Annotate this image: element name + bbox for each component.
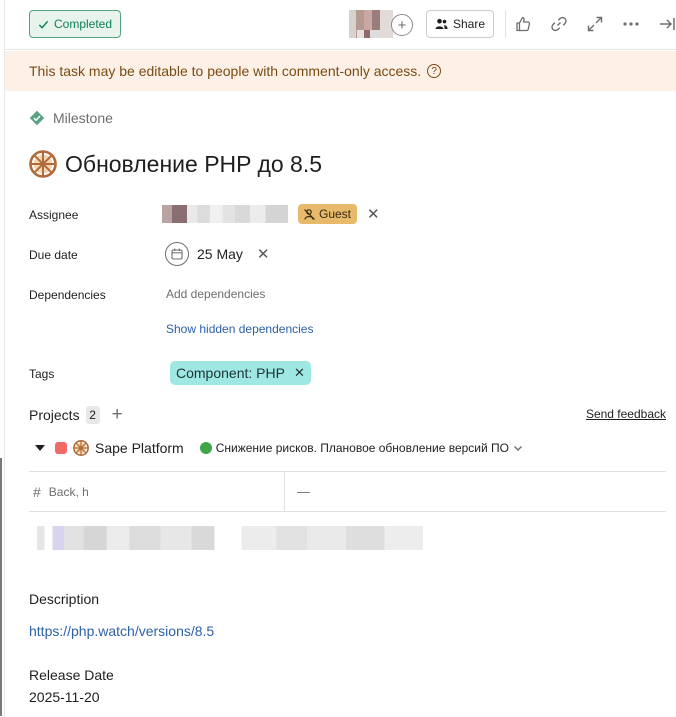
help-icon[interactable]: ? (427, 64, 442, 78)
milestone-icon (29, 110, 45, 126)
release-date-label: Release Date (29, 667, 114, 683)
custom-field-name: Back, h (48, 484, 89, 499)
avatar (349, 10, 393, 38)
toolbar-divider (505, 10, 506, 38)
more-options-icon[interactable] (620, 13, 642, 35)
assignee-name[interactable] (162, 205, 288, 223)
chevron-down-icon (514, 446, 523, 451)
add-project-icon[interactable]: + (112, 405, 123, 424)
task-title-text: Обновление PHP до 8.5 (65, 150, 323, 177)
wheel-icon (73, 440, 89, 456)
assignee-value[interactable]: Guest ✕ (162, 204, 380, 224)
task-toolbar: Completed + Share (5, 0, 676, 50)
projects-header: Projects 2 + (29, 405, 123, 424)
section-selector[interactable]: Снижение рисков. Плановое обновление вер… (199, 441, 523, 455)
close-panel-icon[interactable] (656, 13, 676, 35)
task-type-label: Milestone (53, 110, 113, 126)
remove-assignee-icon[interactable]: ✕ (367, 207, 380, 222)
custom-fields-table: # Back, h — (29, 471, 666, 512)
task-title[interactable]: Обновление PHP до 8.5 (29, 150, 322, 178)
share-label: Share (453, 17, 486, 31)
projects-count: 2 (85, 405, 100, 424)
guest-icon (304, 208, 315, 220)
send-feedback-link[interactable]: Send feedback (586, 407, 666, 421)
project-name[interactable]: Sape Platform (95, 440, 184, 456)
people-icon (435, 18, 448, 29)
guest-badge: Guest (298, 204, 358, 224)
share-button[interactable]: Share (426, 10, 495, 38)
projects-label: Projects (29, 406, 80, 423)
like-icon[interactable] (512, 13, 534, 35)
release-date-value[interactable]: 2025-11-20 (29, 689, 100, 705)
remove-tag-icon[interactable]: ✕ (294, 365, 305, 381)
section-status-dot (199, 442, 212, 454)
number-field-icon: # (33, 483, 41, 500)
custom-field-value[interactable]: — (297, 472, 310, 511)
due-date-value[interactable]: 25 May ✕ (165, 242, 270, 266)
tag-chip[interactable]: Component: PHP ✕ (170, 361, 311, 385)
banner-text: This task may be editable to people with… (29, 63, 422, 79)
collapse-caret-icon[interactable] (35, 445, 45, 451)
completed-button[interactable]: Completed (29, 10, 122, 38)
left-panel-edge (0, 0, 5, 717)
due-date-text: 25 May (197, 246, 243, 262)
collaborators[interactable]: + (349, 10, 417, 38)
add-dependencies-button[interactable]: Add dependencies (166, 287, 265, 301)
tag-label: Component: PHP (176, 365, 285, 381)
assignee-label: Assignee (29, 208, 79, 222)
due-date-label: Due date (29, 248, 78, 262)
add-collaborator-icon[interactable]: + (391, 14, 413, 36)
section-name: Снижение рисков. Плановое обновление вер… (215, 441, 510, 455)
link-icon[interactable] (548, 13, 570, 35)
wheel-icon (29, 150, 57, 178)
tags-label: Tags (29, 367, 55, 381)
redacted-content (37, 526, 423, 550)
permission-banner: This task may be editable to people with… (5, 51, 676, 91)
check-icon (38, 20, 49, 29)
dependencies-label: Dependencies (29, 288, 106, 302)
description-link[interactable]: https://php.watch/versions/8.5 (29, 623, 214, 639)
custom-field-name-cell: # Back, h (29, 472, 285, 511)
guest-label: Guest (319, 207, 352, 221)
expand-icon[interactable] (584, 13, 606, 35)
calendar-icon (165, 242, 189, 266)
project-color-square (55, 442, 67, 454)
description-label: Description (29, 591, 100, 607)
project-row[interactable]: Sape Platform Снижение рисков. Плановое … (35, 440, 523, 456)
completed-label: Completed (54, 17, 113, 31)
scroll-indicator (0, 458, 2, 716)
show-hidden-dependencies-link[interactable]: Show hidden dependencies (166, 322, 313, 336)
task-type: Milestone (29, 110, 113, 126)
clear-due-date-icon[interactable]: ✕ (257, 247, 270, 262)
